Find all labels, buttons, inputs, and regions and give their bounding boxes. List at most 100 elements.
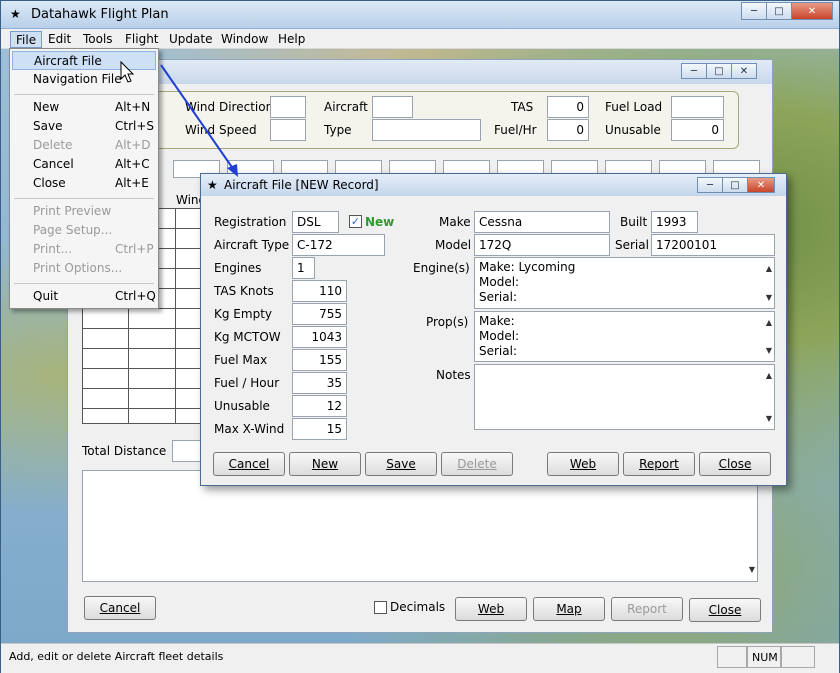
menu-help[interactable]: Help — [273, 31, 310, 48]
engine-make-line: Make: Lycoming — [479, 260, 576, 274]
menu-save[interactable]: Save Ctrl+S — [12, 117, 156, 136]
flight-notes-area[interactable]: ▼ — [82, 470, 758, 582]
close-window-button[interactable]: ✕ — [791, 2, 833, 20]
menu-print-label: Print... — [33, 242, 73, 256]
menu-edit[interactable]: Edit — [43, 31, 76, 48]
dialog-unusable-field[interactable]: 12 — [292, 395, 347, 417]
menu-window[interactable]: Window — [216, 31, 273, 48]
scroll-down-icon[interactable]: ▼ — [766, 290, 772, 305]
model-field[interactable]: 172Q — [474, 234, 610, 256]
tas-field[interactable]: 0 — [547, 96, 589, 118]
new-label: New — [365, 215, 395, 229]
dialog-report-button[interactable]: Report — [623, 452, 695, 476]
fuel-max-field[interactable]: 155 — [292, 349, 347, 371]
flight-cancel-button[interactable]: Cancel — [84, 596, 156, 620]
engines-field[interactable]: 1 — [292, 257, 315, 279]
dialog-close-button[interactable]: ✕ — [747, 177, 775, 193]
dialog-titlebar: ★ Aircraft File [NEW Record] ─ □ ✕ — [201, 174, 786, 196]
menu-cancel[interactable]: Cancel Alt+C — [12, 155, 156, 174]
fuel-load-field[interactable] — [671, 96, 724, 118]
menu-page-setup-label: Page Setup... — [33, 223, 113, 237]
decimals-checkbox[interactable] — [374, 601, 387, 614]
dialog-close-button-bottom[interactable]: Close — [699, 452, 771, 476]
app-logo-icon: ★ — [10, 7, 21, 21]
dialog-new-button[interactable]: New — [289, 452, 361, 476]
wind-speed-field[interactable] — [270, 119, 306, 141]
built-field[interactable]: 1993 — [651, 211, 698, 233]
menu-update[interactable]: Update — [164, 31, 217, 48]
menu-print[interactable]: Print... Ctrl+P — [12, 240, 156, 259]
menu-bar: File Edit Tools Flight Update Window Hel… — [1, 29, 839, 49]
aircraft-file-dialog: ★ Aircraft File [NEW Record] ─ □ ✕ Regis… — [200, 173, 787, 486]
type-field[interactable] — [372, 119, 481, 141]
max-xwind-field[interactable]: 15 — [292, 418, 347, 440]
scroll-down-icon[interactable]: ▼ — [749, 562, 755, 577]
prop-model-line: Model: — [479, 329, 520, 343]
total-distance-label: Total Distance — [82, 444, 167, 458]
menu-file[interactable]: File — [10, 31, 43, 48]
menu-page-setup[interactable]: Page Setup... — [12, 221, 156, 240]
fuel-hour-field[interactable]: 35 — [292, 372, 347, 394]
notes-memo[interactable]: ▲ ▼ — [474, 364, 775, 430]
menu-delete[interactable]: Delete Alt+D — [12, 136, 156, 155]
menu-print-preview[interactable]: Print Preview — [12, 202, 156, 221]
menu-flight[interactable]: Flight — [120, 31, 164, 48]
doc-close-button[interactable]: ✕ — [731, 63, 757, 79]
menu-print-preview-label: Print Preview — [33, 204, 112, 218]
wind-direction-label: Wind Direction — [185, 100, 274, 114]
props-memo[interactable]: Make: Model: Serial: ▲ ▼ — [474, 311, 775, 362]
make-field[interactable]: Cessna — [474, 211, 610, 233]
doc-maximize-button[interactable]: □ — [706, 63, 732, 79]
menu-delete-shortcut: Alt+D — [115, 138, 151, 152]
serial-field[interactable]: 17200101 — [651, 234, 775, 256]
menu-tools[interactable]: Tools — [78, 31, 118, 48]
wind-direction-field[interactable] — [270, 96, 306, 118]
aircraft-type-field[interactable]: C-172 — [292, 234, 385, 256]
status-panel — [781, 646, 815, 668]
aircraft-field[interactable] — [372, 96, 413, 118]
dialog-maximize-button[interactable]: □ — [722, 177, 748, 193]
registration-field[interactable]: DSL — [292, 211, 339, 233]
menu-quit-label: Quit — [33, 289, 59, 303]
menu-aircraft-file[interactable]: Aircraft File — [12, 51, 156, 70]
minimize-button[interactable]: ─ — [741, 2, 767, 20]
menu-quit[interactable]: Quit Ctrl+Q — [12, 287, 156, 306]
doc-minimize-button[interactable]: ─ — [681, 63, 707, 79]
flight-report-button[interactable]: Report — [611, 597, 683, 621]
flight-web-button[interactable]: Web — [455, 597, 527, 621]
dialog-cancel-button[interactable]: Cancel — [213, 452, 285, 476]
dialog-save-button[interactable]: Save — [365, 452, 437, 476]
flight-map-button[interactable]: Map — [533, 597, 605, 621]
menu-new[interactable]: New Alt+N — [12, 98, 156, 117]
dialog-new-label: New — [311, 457, 339, 471]
scroll-up-icon[interactable]: ▲ — [766, 261, 772, 276]
unusable-field[interactable]: 0 — [671, 119, 724, 141]
flight-close-button[interactable]: Close — [689, 598, 761, 622]
dialog-web-button[interactable]: Web — [547, 452, 619, 476]
scroll-up-icon[interactable]: ▲ — [766, 315, 772, 330]
scroll-down-icon[interactable]: ▼ — [766, 411, 772, 426]
scroll-up-icon[interactable]: ▲ — [766, 368, 772, 383]
menu-navigation-file[interactable]: Navigation File — [12, 70, 156, 89]
engines-memo[interactable]: Make: Lycoming Model: Serial: ▲ ▼ — [474, 257, 775, 309]
menu-print-options[interactable]: Print Options... — [12, 259, 156, 278]
menu-close[interactable]: Close Alt+E — [12, 174, 156, 193]
menu-cancel-label: Cancel — [33, 157, 74, 171]
props-memo-label: Prop(s) — [426, 315, 469, 329]
maximize-button[interactable]: □ — [766, 2, 792, 20]
fuel-hr-field[interactable]: 0 — [547, 119, 589, 141]
kg-mctow-field[interactable]: 1043 — [292, 326, 347, 348]
tas-knots-field[interactable]: 110 — [292, 280, 347, 302]
window-title: Datahawk Flight Plan — [31, 7, 169, 22]
dialog-delete-button[interactable]: Delete — [441, 452, 513, 476]
unusable-label: Unusable — [605, 123, 661, 137]
main-window: ★ Datahawk Flight Plan ─ □ ✕ File Edit T… — [0, 0, 840, 673]
dialog-close-label: Close — [718, 457, 752, 471]
engine-serial-line: Serial: — [479, 290, 517, 304]
dialog-unusable-label: Unusable — [214, 399, 270, 413]
scroll-down-icon[interactable]: ▼ — [766, 343, 772, 358]
new-checkbox[interactable]: ✓ — [349, 215, 362, 228]
dialog-minimize-button[interactable]: ─ — [697, 177, 723, 193]
kg-empty-field[interactable]: 755 — [292, 303, 347, 325]
menu-aircraft-file-label: Aircraft File — [34, 54, 102, 68]
